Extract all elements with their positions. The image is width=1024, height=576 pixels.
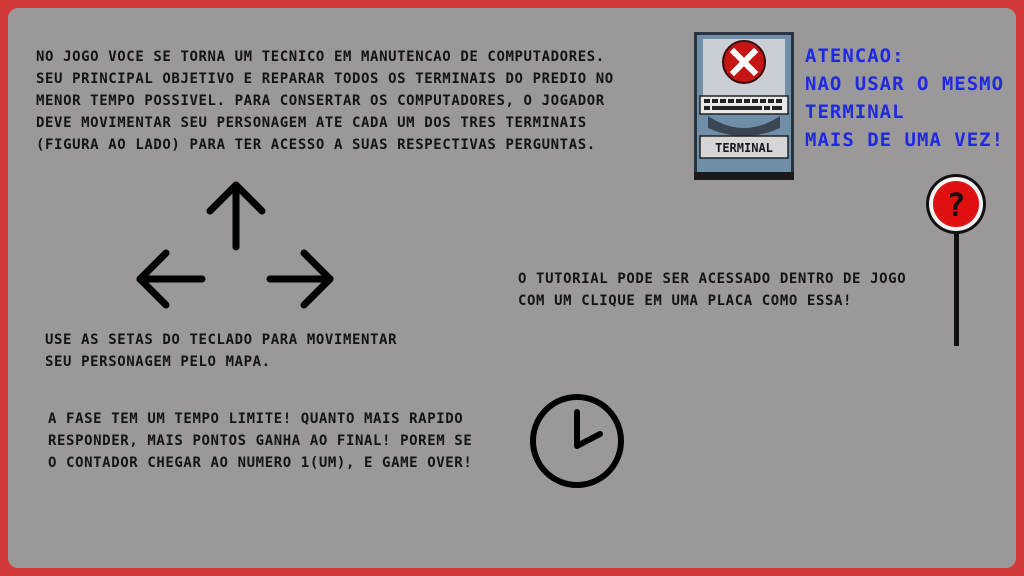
intro-line: (figura ao lado) para ter acesso a suas … [36, 137, 596, 153]
intro-text: No jogo voce se torna um tecnico em manu… [36, 46, 614, 156]
intro-line: No jogo voce se torna um tecnico em manu… [36, 49, 605, 65]
timer-line: o contador chegar ao numero 1(um), e gam… [48, 455, 473, 471]
timer-info-text: A fase tem um tempo limite! Quanto mais … [48, 408, 472, 474]
warning-line: MAIS DE UMA VEZ! [805, 129, 1005, 151]
tutorial-line: O tutorial pode ser acessado dentro de j… [518, 271, 907, 287]
arrow-left-icon [136, 249, 206, 309]
arrow-right-icon [266, 249, 334, 309]
tutorial-info-text: O tutorial pode ser acessado dentro de j… [518, 268, 906, 312]
tutorial-line: com um clique em uma placa como essa! [518, 293, 853, 309]
clock-icon [530, 394, 624, 488]
timer-line: responder, mais pontos ganha ao final! P… [48, 433, 473, 449]
arrow-up-icon [206, 181, 266, 251]
warning-text: ATENCAO: NAO USAR O MESMO TERMINAL MAIS … [805, 42, 1004, 154]
arrows-line: seu personagem pelo mapa. [45, 354, 271, 370]
warning-line: TERMINAL [805, 101, 905, 123]
timer-line: A fase tem um tempo limite! Quanto mais … [48, 411, 464, 427]
warning-line: ATENCAO: [805, 45, 905, 67]
warning-line: NAO USAR O MESMO [805, 73, 1005, 95]
question-mark-icon: ? [946, 186, 965, 224]
arrows-line: Use as setas do teclado para movimentar [45, 332, 398, 348]
tutorial-sign-icon[interactable]: ? [924, 172, 988, 348]
terminal-label: TERMINAL [715, 141, 773, 155]
intro-line: Seu principal objetivo e reparar todos o… [36, 71, 614, 87]
terminal-icon: TERMINAL [694, 32, 794, 180]
intro-line: deve movimentar seu personagem ate cada … [36, 115, 587, 131]
intro-line: menor tempo possivel. Para consertar os … [36, 93, 605, 109]
arrows-instructions: Use as setas do teclado para movimentar … [45, 329, 397, 373]
arrow-keys-icon [136, 181, 334, 309]
